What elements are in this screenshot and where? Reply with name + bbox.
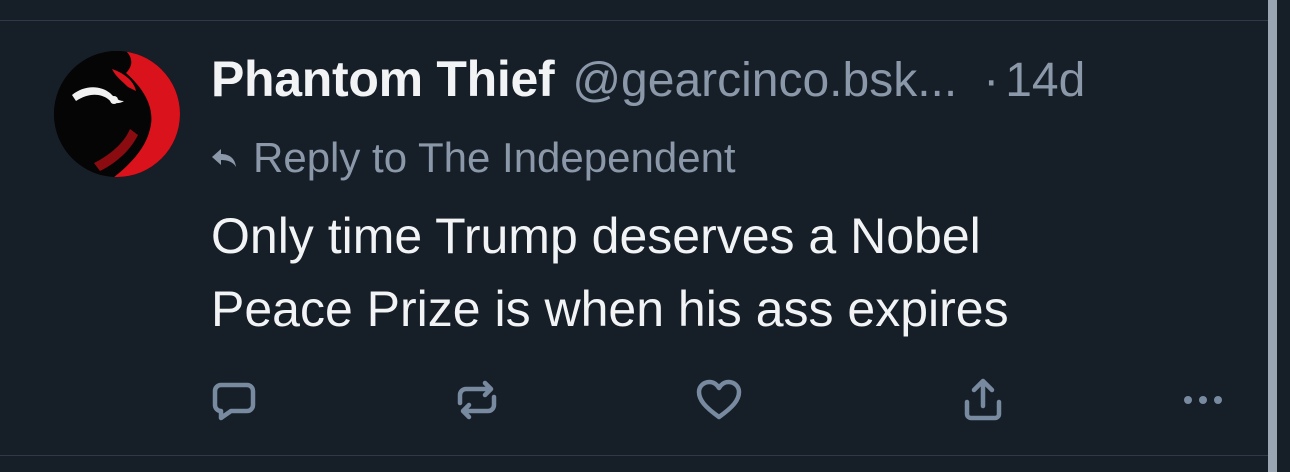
share-button[interactable] [958, 375, 1008, 425]
share-icon [959, 376, 1007, 424]
reply-arrow-icon [209, 143, 239, 173]
repost-button[interactable] [452, 375, 502, 425]
post-text-line: Peace Prize is when his ass expires [211, 281, 1009, 337]
more-icon [1179, 376, 1227, 424]
time-separator: · [983, 54, 1000, 107]
reply-to-label: Reply to The Independent [253, 134, 736, 181]
post-timestamp[interactable]: 14d [1005, 53, 1085, 108]
top-divider [0, 20, 1268, 21]
author-display-name[interactable]: Phantom Thief [211, 50, 555, 108]
reply-context[interactable]: Reply to The Independent [209, 132, 736, 184]
scrollbar[interactable] [1268, 0, 1277, 472]
post-text-line: Only time Trump deserves a Nobel [211, 208, 981, 264]
post-header: Phantom Thief @gearcinco.bsk... · 14d [211, 50, 1251, 112]
heart-icon [695, 376, 743, 424]
avatar[interactable] [54, 51, 180, 177]
avatar-image [54, 51, 180, 177]
repost-icon [453, 376, 501, 424]
bottom-divider [0, 455, 1268, 456]
like-button[interactable] [694, 375, 744, 425]
comment-icon [210, 376, 258, 424]
author-handle[interactable]: @gearcinco.bsk... [572, 53, 957, 108]
reply-button[interactable] [209, 375, 259, 425]
post-body: Only time Trump deserves a Nobel Peace P… [211, 200, 1211, 346]
scrollbar-gutter [1277, 0, 1290, 472]
more-options-button[interactable] [1178, 375, 1228, 425]
